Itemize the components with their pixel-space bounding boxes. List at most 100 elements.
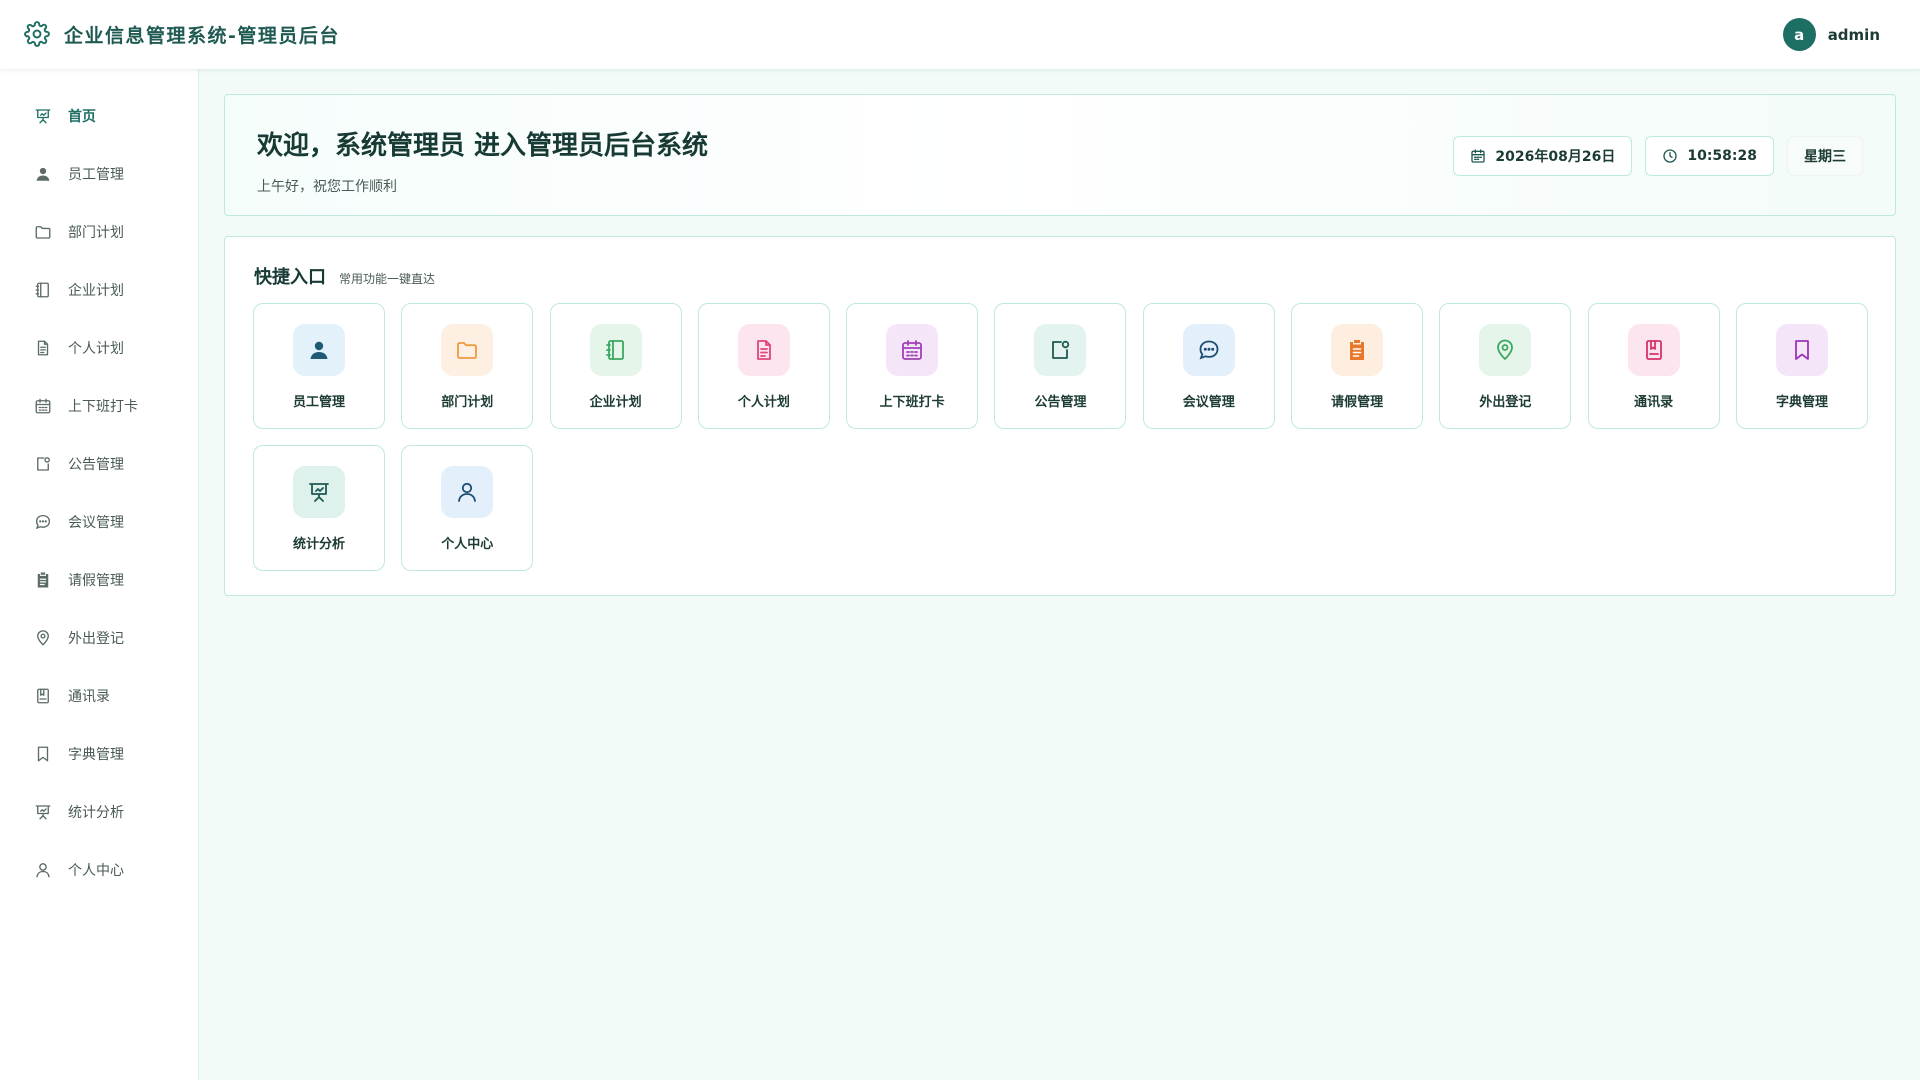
sidebar-item[interactable]: 上下班打卡 [0,377,198,435]
sidebar-item[interactable]: 员工管理 [0,145,198,203]
date-pill: 2026年08月26日 [1453,136,1633,176]
quick-entry-card[interactable]: 字典管理 [1735,303,1868,429]
weekday-text: 星期三 [1804,149,1846,165]
notebook-icon [589,324,642,376]
quick-entry-label: 公告管理 [1034,395,1087,410]
quick-entry-label: 字典管理 [1775,395,1828,410]
location-icon [1479,324,1532,376]
document-icon [34,339,52,357]
user-filled-icon [34,165,52,183]
sidebar-item-label: 上下班打卡 [68,399,138,415]
quick-entry-label: 请假管理 [1331,395,1384,410]
quick-entry-card[interactable]: 个人计划 [697,303,830,429]
bookmark-icon [1775,324,1828,376]
sidebar-item[interactable]: 字典管理 [0,725,198,783]
chat-dot-icon [34,513,52,531]
quick-entry-card[interactable]: 外出登记 [1439,303,1572,429]
sidebar-item-label: 首页 [68,109,96,125]
sidebar-item-label: 会议管理 [68,515,124,531]
sidebar-item[interactable]: 个人中心 [0,841,198,899]
user-outline-icon [441,466,494,518]
sidebar-item[interactable]: 通讯录 [0,667,198,725]
quick-entry-label: 个人中心 [441,537,494,552]
quick-entry-card[interactable]: 请假管理 [1291,303,1424,429]
quick-entry-grid: 员工管理 部门计划 企业计划 个人计划 上下班打卡 公告管理 会议管理 请假管理 外出登记 通讯录… [253,303,1868,571]
clipboard-icon [34,571,52,589]
quick-entry-card[interactable]: 通讯录 [1587,303,1720,429]
sidebar-item[interactable]: 统计分析 [0,783,198,841]
time-pill: 10:58:28 [1645,136,1774,176]
quick-entry-card[interactable]: 会议管理 [1142,303,1275,429]
notice-icon [34,455,52,473]
folder-icon [441,324,494,376]
quick-entry-panel: 快捷入口 常用功能一键直达 员工管理 部门计划 企业计划 个人计划 上下班打卡 公告管理 会… [224,236,1896,596]
sidebar-item-label: 统计分析 [68,805,124,821]
sidebar-item[interactable]: 个人计划 [0,319,198,377]
presentation-icon [34,107,52,125]
sidebar-item-label: 公告管理 [68,457,124,473]
quick-entry-header: 快捷入口 常用功能一键直达 [254,263,435,289]
sidebar-item[interactable]: 首页 [0,87,198,145]
notice-icon [1034,324,1087,376]
quick-entry-label: 统计分析 [292,537,345,552]
sidebar-item-label: 字典管理 [68,747,124,763]
date-text: 2026年08月26日 [1495,149,1616,165]
top-header: 企业信息管理系统-管理员后台 a admin [0,0,1920,69]
time-text: 10:58:28 [1687,148,1757,164]
sidebar-item-label: 员工管理 [68,167,124,183]
sidebar-item-label: 请假管理 [68,573,124,589]
welcome-banner: 欢迎，系统管理员 进入管理员后台系统 上午好，祝您工作顺利 2026年08月26… [224,94,1896,216]
quick-entry-card[interactable]: 个人中心 [401,445,534,571]
sidebar-item-label: 通讯录 [68,689,110,705]
address-book-icon [1627,324,1680,376]
quick-entry-title: 快捷入口 [254,267,326,288]
sidebar-item[interactable]: 企业计划 [0,261,198,319]
quick-entry-card[interactable]: 企业计划 [549,303,682,429]
sidebar-item-label: 部门计划 [68,225,124,241]
sidebar: 首页员工管理部门计划企业计划个人计划上下班打卡公告管理会议管理请假管理外出登记通… [0,69,199,1080]
app-title: 企业信息管理系统-管理员后台 [64,25,340,47]
clipboard-icon [1331,324,1384,376]
quick-entry-card[interactable]: 上下班打卡 [846,303,979,429]
sidebar-item[interactable]: 会议管理 [0,493,198,551]
username[interactable]: admin [1828,26,1880,44]
datetime-group: 2026年08月26日 10:58:28 星期三 [1453,136,1863,176]
calendar-icon [886,324,939,376]
address-book-icon [34,687,52,705]
weekday-pill: 星期三 [1787,136,1863,176]
chat-dot-icon [1182,324,1235,376]
sidebar-item-label: 个人计划 [68,341,124,357]
quick-entry-card[interactable]: 统计分析 [253,445,385,571]
quick-entry-label: 员工管理 [292,395,345,410]
sidebar-item[interactable]: 外出登记 [0,609,198,667]
document-icon [737,324,790,376]
quick-entry-label: 个人计划 [737,395,790,410]
welcome-subtitle: 上午好，祝您工作顺利 [257,179,397,195]
bookmark-icon [34,745,52,763]
quick-entry-subtitle: 常用功能一键直达 [339,272,436,286]
quick-entry-label: 会议管理 [1182,395,1235,410]
quick-entry-card[interactable]: 公告管理 [994,303,1127,429]
clock-icon [1662,148,1678,164]
chart-board-icon [34,803,52,821]
gear-icon [24,20,52,49]
brand: 企业信息管理系统-管理员后台 [24,20,340,49]
quick-entry-card[interactable]: 部门计划 [401,303,534,429]
chart-board-icon [293,466,345,518]
calendar-icon [34,397,52,415]
sidebar-item-label: 企业计划 [68,283,124,299]
quick-entry-label: 外出登记 [1479,395,1532,410]
sidebar-item-label: 外出登记 [68,631,124,647]
quick-entry-label: 上下班打卡 [879,395,945,410]
notebook-icon [34,281,52,299]
quick-entry-label: 部门计划 [441,395,494,410]
folder-icon [34,223,52,241]
quick-entry-label: 通讯录 [1634,395,1674,410]
sidebar-item[interactable]: 部门计划 [0,203,198,261]
quick-entry-card[interactable]: 员工管理 [253,303,385,429]
user-outline-icon [34,861,52,879]
user-menu[interactable]: a admin [1782,18,1896,51]
sidebar-item[interactable]: 公告管理 [0,435,198,493]
sidebar-item[interactable]: 请假管理 [0,551,198,609]
avatar[interactable]: a [1782,18,1816,51]
